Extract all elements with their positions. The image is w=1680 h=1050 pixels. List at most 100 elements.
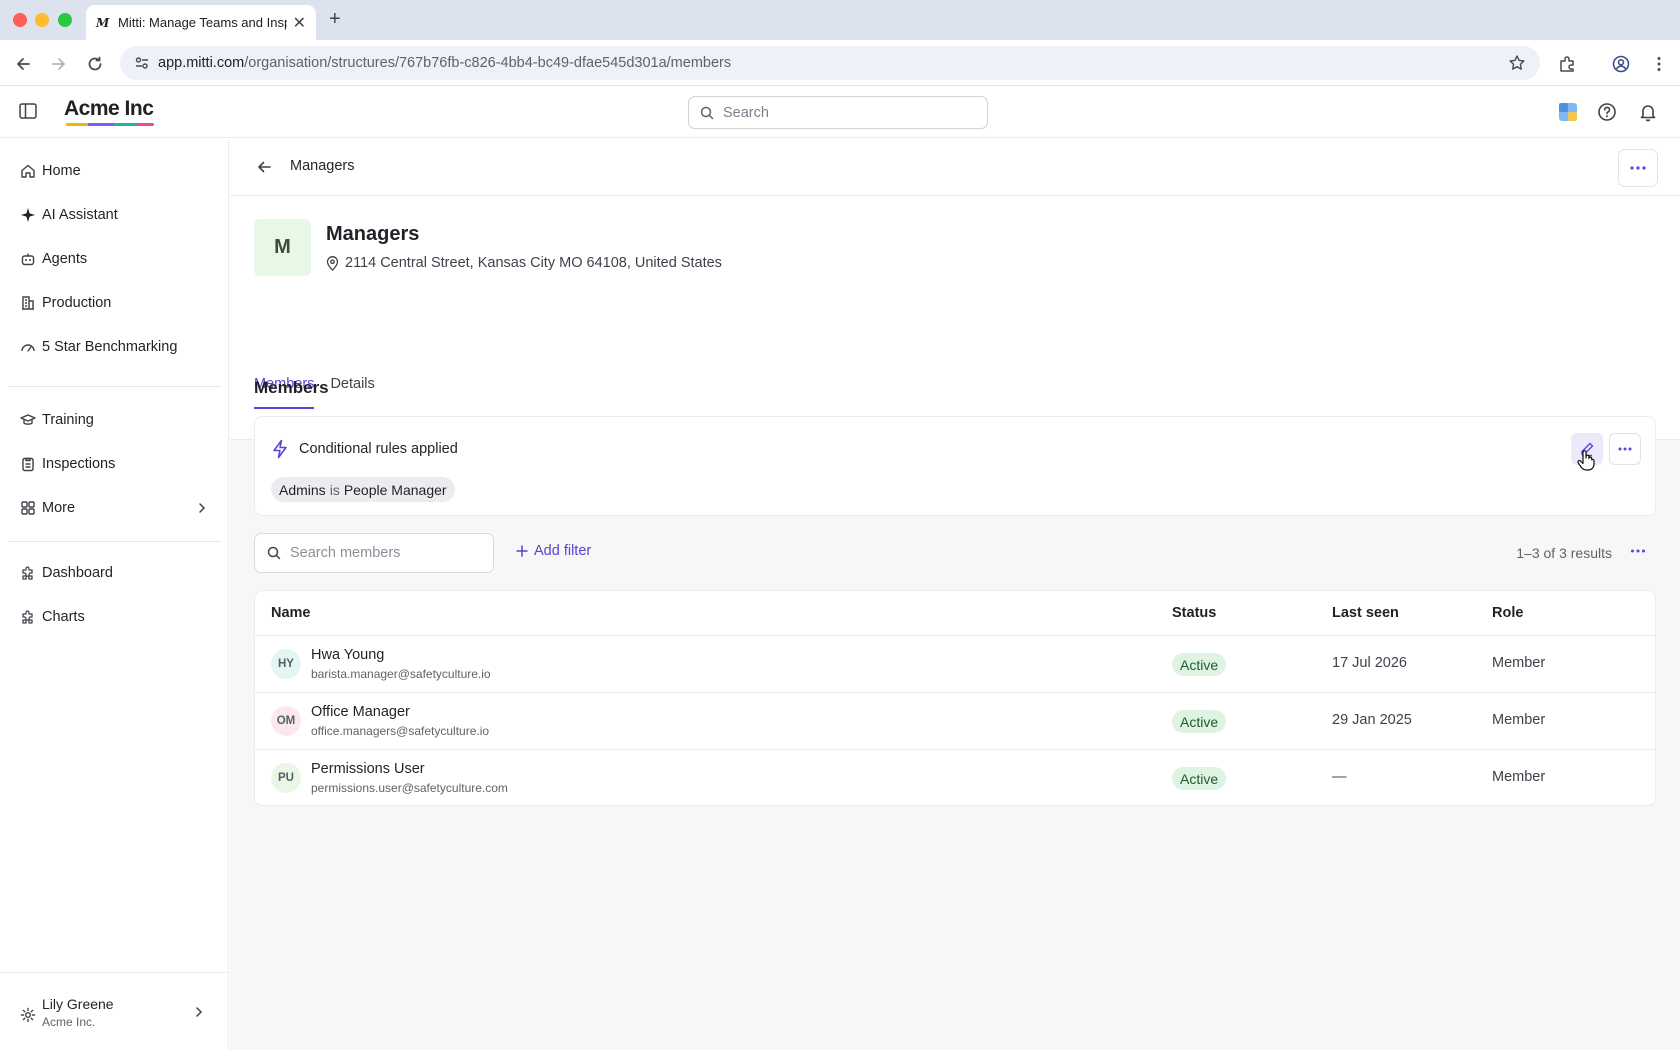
user-org: Acme Inc. [42, 1015, 96, 1029]
member-role: Member [1492, 655, 1546, 671]
search-members-placeholder: Search members [290, 545, 401, 561]
browser-tab[interactable]: M Mitti: Manage Teams and Insp ✕ [86, 5, 316, 40]
sidebar-item-charts[interactable]: Charts [20, 605, 85, 629]
favicon-icon: M [96, 15, 110, 30]
bookmark-star-icon[interactable] [1508, 54, 1526, 72]
search-members-input[interactable]: Search members [254, 533, 494, 573]
members-table: Name Status Last seen Role HY Hwa Young … [254, 590, 1656, 806]
sparkle-icon [21, 208, 35, 222]
sidebar-item-5-star-benchmarking[interactable]: 5 Star Benchmarking [20, 335, 177, 359]
browser-toolbar: app.mitti.com/organisation/structures/76… [0, 40, 1680, 86]
sidebar-item-ai-assistant[interactable]: AI Assistant [20, 203, 118, 227]
url-path: /organisation/structures/767b76fb-c826-4… [244, 55, 732, 71]
sidebar-item-label: Agents [42, 251, 88, 267]
sidebar-toggle-icon[interactable] [19, 103, 37, 119]
global-search-input[interactable]: Search [688, 96, 988, 129]
maximize-window-button[interactable] [58, 13, 72, 27]
app-launcher-icon[interactable] [1558, 102, 1578, 122]
rules-title: Conditional rules applied [299, 441, 458, 457]
url-bar[interactable]: app.mitti.com/organisation/structures/76… [120, 46, 1540, 80]
column-header-status[interactable]: Status [1172, 605, 1216, 621]
clipboard-icon [22, 457, 34, 472]
last-seen: — [1332, 769, 1347, 785]
group-avatar: M [254, 219, 311, 276]
help-icon[interactable] [1597, 102, 1617, 122]
home-icon [21, 164, 35, 178]
sidebar-item-label: Charts [42, 609, 85, 625]
back-arrow-icon[interactable] [14, 55, 32, 73]
member-role: Member [1492, 712, 1546, 728]
table-more-icon[interactable] [1630, 543, 1646, 559]
more-horizontal-icon [1618, 447, 1632, 451]
extensions-icon[interactable] [1558, 55, 1576, 73]
location-pin-icon [326, 255, 339, 271]
table-row[interactable]: PU Permissions User permissions.user@saf… [255, 750, 1655, 805]
status-badge: Active [1172, 710, 1227, 733]
url-host: app.mitti.com [158, 55, 245, 71]
member-email: permissions.user@safetyculture.com [311, 781, 508, 795]
rule-operator: is [329, 481, 340, 498]
rules-more-button[interactable] [1609, 433, 1641, 465]
hand-cursor-icon [1577, 450, 1595, 471]
search-icon [267, 546, 281, 560]
table-row[interactable]: HY Hwa Young barista.manager@safetycultu… [255, 636, 1655, 693]
breadcrumb: Managers [290, 158, 355, 174]
rule-chip: Admins is People Manager [271, 477, 455, 502]
member-email: barista.manager@safetyculture.io [311, 667, 491, 681]
table-row[interactable]: OM Office Manager office.managers@safety… [255, 693, 1655, 750]
section-title: Members [254, 378, 329, 397]
tab-details[interactable]: Details [330, 369, 374, 409]
sidebar-item-production[interactable]: Production [20, 291, 111, 315]
minimize-window-button[interactable] [35, 13, 49, 27]
add-filter-button[interactable]: Add filter [516, 543, 591, 559]
sidebar-item-label: More [42, 500, 76, 516]
sidebar-item-label: AI Assistant [42, 207, 118, 223]
browser-menu-icon[interactable] [1650, 55, 1668, 73]
sidebar-item-label: Dashboard [42, 565, 113, 581]
close-tab-icon[interactable]: ✕ [293, 13, 306, 33]
new-tab-icon[interactable]: + [329, 8, 341, 31]
site-settings-icon[interactable] [134, 55, 150, 71]
sidebar-item-label: Training [42, 412, 94, 428]
user-menu[interactable]: Lily Greene Acme Inc. [0, 972, 229, 1050]
tab-title: Mitti: Manage Teams and Insp [118, 15, 287, 30]
main-content: Managers M Managers 2114 Central Street,… [230, 139, 1680, 1050]
column-header-role[interactable]: Role [1492, 605, 1523, 621]
column-header-last-seen[interactable]: Last seen [1332, 605, 1399, 621]
last-seen: 17 Jul 2026 [1332, 655, 1407, 671]
close-window-button[interactable] [13, 13, 27, 27]
sidebar-item-label: Inspections [42, 456, 116, 472]
browser-tab-bar: M Mitti: Manage Teams and Insp ✕ + [0, 0, 1680, 40]
sidebar-item-dashboard[interactable]: Dashboard [20, 561, 113, 585]
address-text: 2114 Central Street, Kansas City MO 6410… [345, 255, 722, 271]
avatar: HY [271, 649, 301, 679]
reload-icon[interactable] [86, 55, 104, 73]
sidebar: Home AI Assistant Agents Production 5 St… [0, 139, 229, 1050]
sidebar-item-home[interactable]: Home [20, 159, 81, 183]
column-header-name[interactable]: Name [271, 605, 311, 621]
notifications-bell-icon[interactable] [1638, 102, 1658, 122]
sidebar-item-label: 5 Star Benchmarking [42, 339, 178, 355]
status-badge: Active [1172, 653, 1227, 676]
profile-icon[interactable] [1612, 55, 1630, 73]
user-name: Lily Greene [42, 996, 114, 1012]
avatar: OM [271, 706, 301, 736]
results-count: 1–3 of 3 results [1516, 545, 1612, 561]
more-horizontal-icon [1630, 166, 1646, 170]
puzzle-icon [22, 610, 33, 624]
chevron-right-icon [196, 1007, 203, 1017]
sidebar-item-agents[interactable]: Agents [20, 247, 87, 271]
forward-arrow-icon[interactable] [50, 55, 68, 73]
brand-logo[interactable]: Acme Inc [64, 97, 154, 121]
rule-value: People Manager [343, 481, 447, 498]
sidebar-item-inspections[interactable]: Inspections [20, 452, 115, 476]
sidebar-item-training[interactable]: Training [20, 408, 94, 432]
sidebar-item-more[interactable]: More [20, 496, 208, 520]
page-more-button[interactable] [1618, 149, 1658, 187]
add-filter-label: Add filter [534, 543, 592, 559]
group-address: 2114 Central Street, Kansas City MO 6410… [326, 255, 722, 271]
building-icon [22, 296, 34, 310]
table-header: Name Status Last seen Role [255, 591, 1655, 636]
rule-field: Admins [279, 481, 326, 498]
back-arrow-icon[interactable] [256, 159, 272, 175]
